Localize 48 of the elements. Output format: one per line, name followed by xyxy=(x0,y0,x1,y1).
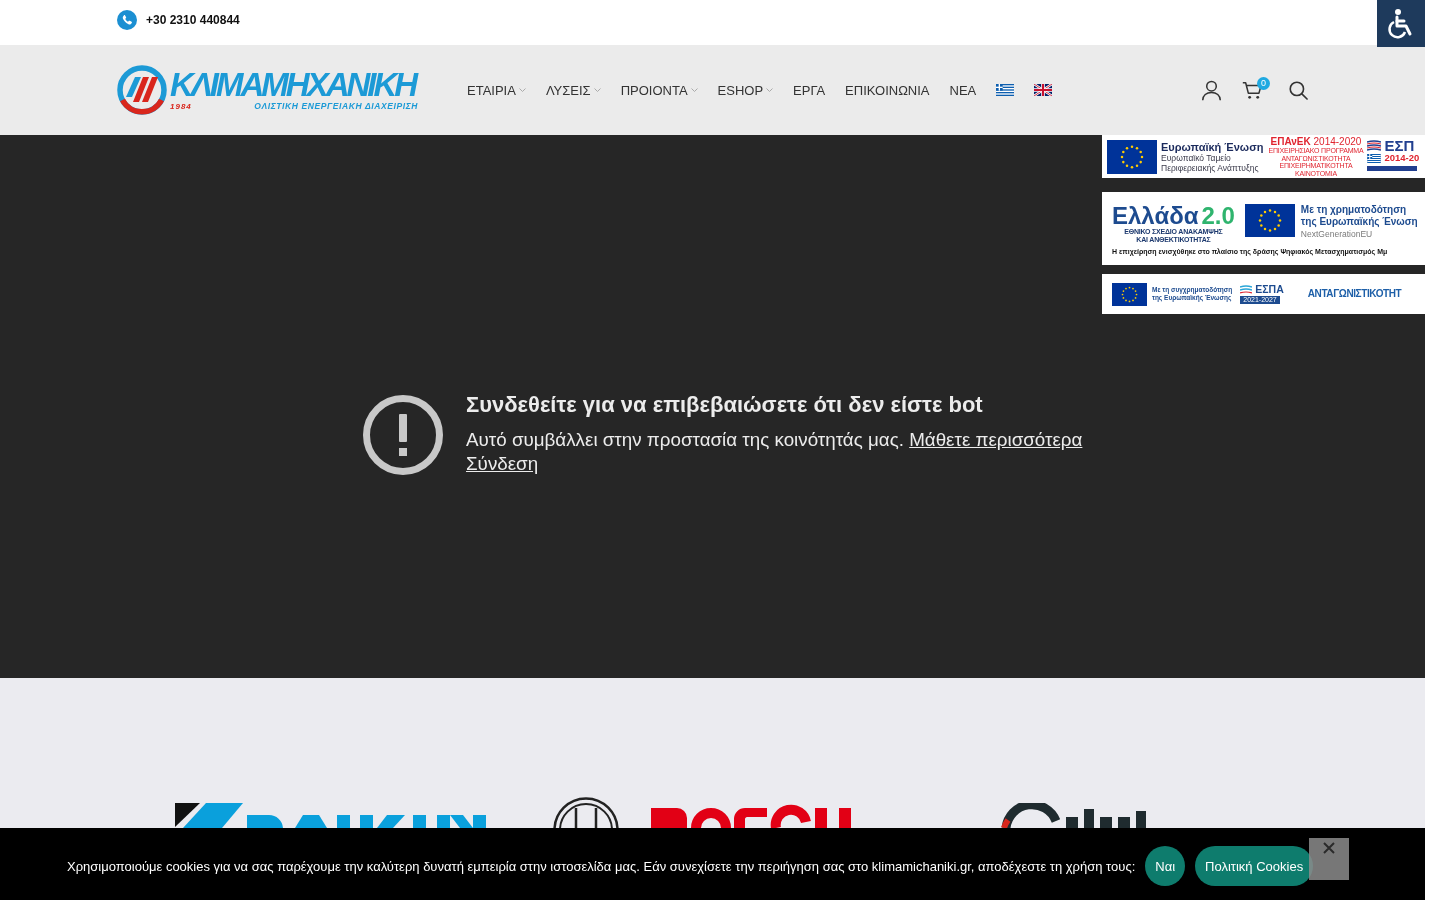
program-title: ΕΠΑνΕΚ 2014-2020 xyxy=(1270,136,1362,147)
close-button[interactable] xyxy=(1309,838,1349,880)
banner-version: 2.0 xyxy=(1201,204,1235,228)
cart-count-badge: 0 xyxy=(1257,76,1270,90)
nav-link[interactable]: ΛΥΣΕΙΣ xyxy=(545,82,601,98)
user-icon[interactable] xyxy=(1201,79,1222,101)
greek-flag-icon[interactable] xyxy=(996,84,1015,96)
alert-circle-icon xyxy=(363,395,443,475)
eu-flag-icon xyxy=(1112,282,1147,306)
wave-stripes-icon xyxy=(1240,285,1253,294)
banner-stripe-icon xyxy=(1367,166,1418,171)
nav-link[interactable]: ΕΤΑΙΡΙΑ xyxy=(467,82,526,98)
embed-heading: Συνδεθείτε για να επιβεβαιώσετε ότι δεν είστε bot xyxy=(466,392,983,418)
sign-in-link[interactable]: Σύνδεση xyxy=(466,453,539,474)
close-icon xyxy=(1323,842,1335,854)
logo-year: 1984 xyxy=(170,101,192,111)
nav-link[interactable]: ΠΡΟΙΟΝΤΑ xyxy=(620,82,698,98)
uk-flag-icon[interactable] xyxy=(1034,84,1053,96)
nav-link[interactable]: ESHOP xyxy=(717,82,774,98)
banner-text: Ευρωπαϊκό Ταμείο xyxy=(1161,152,1231,163)
phone-number: +30 2310 440844 xyxy=(146,13,240,27)
banner-heading: Ευρωπαϊκή Ένωση xyxy=(1161,140,1264,153)
logo-emblem-icon[interactable] xyxy=(117,65,167,115)
wave-stripes-icon xyxy=(1367,139,1382,152)
phone-icon xyxy=(117,10,137,30)
search-icon[interactable] xyxy=(1289,80,1308,100)
banner-heading: της Ευρωπαϊκής Ένωση xyxy=(1300,216,1418,228)
program-title: ΑΝΤΑΓΩΝΙΣΤΙΚΟΤΗΤ xyxy=(1307,288,1402,300)
logo-tagline: ΟΛΙΣΤΙΚΗ ΕΝΕΡΓΕΙΑΚΗ ΔΙΑΧΕΙΡΙΣΗ xyxy=(254,101,418,111)
embed-message: Αυτό συμβάλλει στην προστασία της κοινότητάς μας. Μάθετε περισσότερα xyxy=(466,428,1083,452)
eu-flag-icon xyxy=(1107,139,1157,174)
banner-heading: Με τη χρηματοδότηση xyxy=(1300,204,1408,216)
accessibility-button[interactable] xyxy=(1377,0,1425,47)
greek-flag-icon xyxy=(1367,153,1382,163)
cart-icon[interactable] xyxy=(1242,80,1263,100)
nav-link[interactable]: ΕΡΓΑ xyxy=(793,82,826,98)
accept-button[interactable]: Ναι xyxy=(1145,846,1186,886)
espa-years: 2014-20 xyxy=(1384,153,1420,163)
learn-more-link[interactable]: Μάθετε περισσότερα xyxy=(909,429,1083,450)
espa-title: ΕΣΠΑ xyxy=(1255,284,1284,295)
banner-text: Περιφερειακής Ανάπτυξης xyxy=(1161,162,1260,173)
nav-link[interactable]: ΕΠΙΚΟΙΝΩΝΙΑ xyxy=(845,82,930,98)
nav-link[interactable]: ΝΕΑ xyxy=(949,82,977,98)
banner-brand: Ελλάδα xyxy=(1112,204,1199,228)
eu-flag-icon xyxy=(1244,204,1295,237)
espa-title: ΕΣΠ xyxy=(1384,138,1415,153)
cookie-message: Χρησιμοποιούμε cookies για να σας παρέχουμε την καλύτερη δυνατή εμπειρία στην ιστοσελίδα μας. Εάν συνεχίσετε την περιήγηση σας στο klimamichaniki.gr, αποδέχεστε τη χρήση τους: xyxy=(67,858,1136,874)
banner-text: NextGenerationEU xyxy=(1300,229,1374,240)
